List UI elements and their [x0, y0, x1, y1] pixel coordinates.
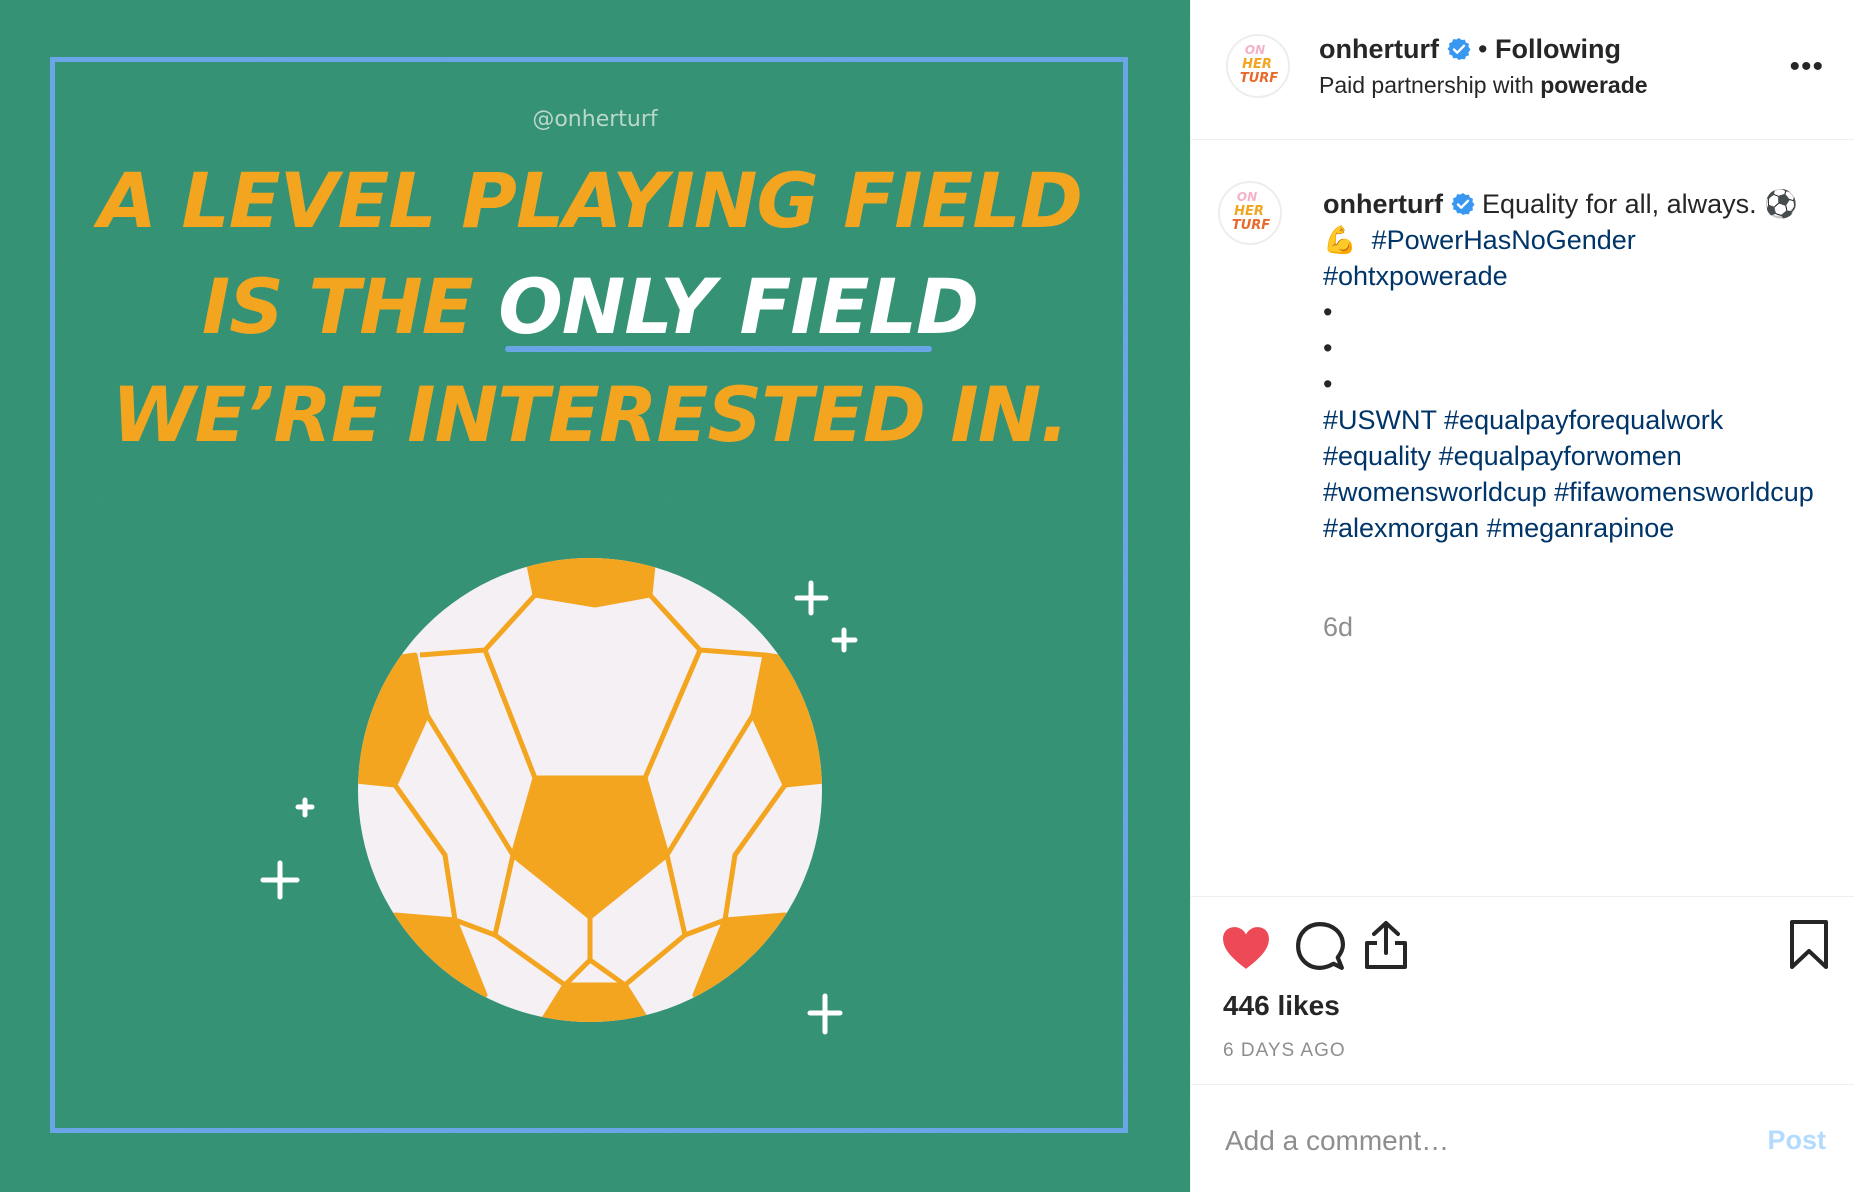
caption-hashtags: #USWNT #equalpayforequalwork #equality #…: [1323, 402, 1833, 546]
partner-link[interactable]: powerade: [1540, 72, 1647, 98]
post-timestamp[interactable]: 6 DAYS AGO: [1223, 1040, 1346, 1062]
avatar[interactable]: ON HER TURF: [1226, 34, 1290, 98]
muscle-emoji: 💪: [1323, 225, 1357, 255]
hashtag-link[interactable]: #equalpayforequalwork: [1444, 405, 1723, 435]
verified-badge-icon: [1451, 193, 1474, 215]
hashtag-link[interactable]: #ohtxpowerade: [1323, 261, 1508, 291]
avatar-logo: ON HER TURF: [1232, 190, 1270, 233]
svg-text:HER: HER: [1234, 204, 1264, 219]
caption-bullet: •: [1323, 297, 1333, 327]
soccer-ball-emoji: ⚽: [1764, 189, 1798, 219]
sparkles: [260, 580, 858, 1035]
caption-line-1: onherturf Equality for all, always. ⚽: [1323, 186, 1833, 222]
caption-bullet: •: [1323, 369, 1333, 399]
svg-text:TURF: TURF: [1232, 218, 1270, 233]
caption-bullet: •: [1323, 333, 1333, 363]
likes-count[interactable]: 446 likes: [1223, 990, 1340, 1022]
post-image[interactable]: @onherturf A LEVEL PLAYING FIELD IS THE …: [0, 0, 1190, 1192]
hashtag-link[interactable]: #USWNT: [1323, 405, 1437, 435]
hashtag-link[interactable]: #fifawomensworldcup: [1554, 477, 1814, 507]
more-horizontal-icon[interactable]: •••: [1789, 52, 1824, 82]
svg-text:ON: ON: [1245, 43, 1265, 57]
caption-avatar[interactable]: ON HER TURF: [1218, 181, 1282, 245]
svg-text:TURF: TURF: [1240, 71, 1278, 86]
bookmark-icon[interactable]: [1789, 919, 1829, 971]
post-modal: @onherturf A LEVEL PLAYING FIELD IS THE …: [0, 0, 1854, 1192]
hashtag-link[interactable]: #equality: [1323, 441, 1431, 471]
svg-text:HER: HER: [1242, 57, 1272, 72]
hashtag-link[interactable]: #equalpayforwomen: [1439, 441, 1682, 471]
partnership-label: Paid partnership with: [1319, 72, 1534, 98]
caption-line-3: #ohtxpowerade: [1323, 258, 1833, 294]
comment-icon[interactable]: [1295, 921, 1345, 971]
header-username[interactable]: onherturf: [1319, 34, 1439, 64]
header-separator: •: [1478, 34, 1488, 64]
caption: onherturf Equality for all, always. ⚽ 💪 …: [1323, 186, 1833, 546]
header-title: onherturf • Following: [1319, 34, 1621, 65]
verified-badge-icon: [1447, 38, 1470, 60]
partnership-line: Paid partnership with powerade: [1319, 72, 1648, 99]
caption-line-2: 💪 #PowerHasNoGender: [1323, 222, 1833, 258]
heart-icon[interactable]: [1221, 925, 1271, 971]
caption-username[interactable]: onherturf: [1323, 189, 1443, 219]
hashtag-link[interactable]: #alexmorgan: [1323, 513, 1479, 543]
comment-input[interactable]: [1223, 1115, 1727, 1167]
post-sidebar: ON HER TURF onherturf • Following Paid p…: [1190, 0, 1854, 1192]
avatar-logo: ON HER TURF: [1240, 43, 1278, 86]
caption-age[interactable]: 6d: [1323, 612, 1353, 643]
hashtag-link[interactable]: #PowerHasNoGender: [1372, 225, 1636, 255]
comment-bar: Post: [1191, 1084, 1854, 1193]
following-button[interactable]: Following: [1495, 34, 1621, 64]
svg-text:ON: ON: [1237, 190, 1257, 204]
caption-text: Equality for all, always.: [1482, 189, 1757, 219]
post-header: ON HER TURF onherturf • Following Paid p…: [1191, 0, 1854, 140]
share-icon[interactable]: [1363, 919, 1409, 971]
hashtag-link[interactable]: #meganrapinoe: [1487, 513, 1675, 543]
hashtag-link[interactable]: #womensworldcup: [1323, 477, 1547, 507]
post-comment-button[interactable]: Post: [1767, 1125, 1826, 1156]
